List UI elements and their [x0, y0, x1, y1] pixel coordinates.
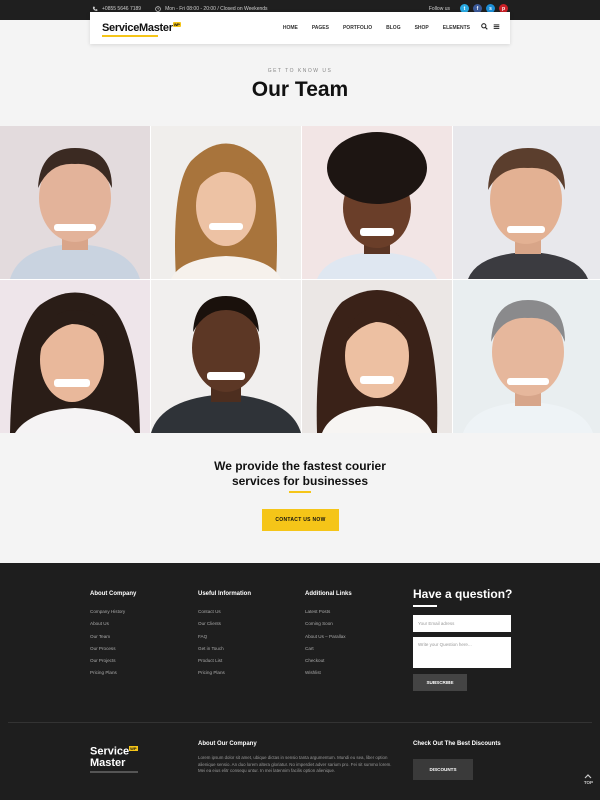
footer-col-useful-information: Useful Information Contact Us Our Client…	[198, 591, 251, 683]
discounts-title: Check Out The Best Discounts	[413, 741, 501, 747]
team-member-photo-1[interactable]	[0, 126, 150, 279]
team-member-photo-4[interactable]	[453, 126, 600, 279]
contact-us-button[interactable]: CONTACT US NOW	[262, 509, 339, 531]
footer-link[interactable]: Our Clients	[198, 621, 251, 633]
footer-link[interactable]: About Us	[90, 621, 136, 633]
team-member-photo-8[interactable]	[453, 280, 600, 433]
nav-elements[interactable]: ELEMENTS	[443, 25, 470, 31]
cta-heading: We provide the fastest courier services …	[0, 459, 600, 489]
about-company-title: About Our Company	[198, 741, 257, 747]
logo-underline	[102, 35, 158, 37]
footer-link[interactable]: Wishlist	[305, 670, 352, 682]
question-textarea[interactable]: Write your Question here...	[413, 637, 511, 668]
question-title: Have a question?	[413, 587, 513, 601]
back-to-top-button[interactable]: TOP	[584, 774, 593, 785]
page-title: Our Team	[251, 78, 349, 101]
nav-blog[interactable]: BLOG	[386, 25, 400, 31]
cta-line-2: services for businesses	[231, 474, 369, 488]
cta-line-1: We provide the fastest courier	[214, 459, 386, 473]
chevron-up-icon	[584, 774, 592, 779]
footer-logo-underline	[90, 771, 138, 773]
footer-divider	[8, 722, 592, 723]
team-member-photo-2[interactable]	[151, 126, 301, 279]
footer-col-title: Additional Links	[305, 591, 352, 597]
footer-link[interactable]: Product List	[198, 658, 251, 670]
discounts-button[interactable]: DISCOUNTS	[413, 759, 473, 780]
team-member-photo-6[interactable]	[151, 280, 301, 433]
footer-link[interactable]: Coming Soon	[305, 621, 352, 633]
footer-link[interactable]: About Us – Parallax	[305, 634, 352, 646]
follow-label: Follow us	[428, 5, 450, 12]
site-logo[interactable]: ServiceMasterWP	[102, 22, 181, 34]
question-divider	[413, 605, 437, 607]
menu-icon[interactable]	[493, 23, 500, 30]
footer-link[interactable]: Checkout	[305, 658, 352, 670]
footer-link[interactable]: Pricing Plans	[198, 670, 251, 682]
team-member-photo-5[interactable]	[0, 280, 150, 433]
footer-link[interactable]: Our Team	[90, 634, 136, 646]
site-footer: About Company Company History About Us O…	[0, 563, 600, 800]
subscribe-button[interactable]: SUBSCRIBE	[413, 674, 467, 691]
about-company-text: Lorem ipsum dolor sit amet, ubique dicta…	[198, 755, 392, 773]
team-member-photo-3[interactable]	[302, 126, 452, 279]
email-field[interactable]: Your Email adress	[413, 615, 511, 632]
team-member-photo-7[interactable]	[302, 280, 452, 433]
footer-link[interactable]: Our Process	[90, 646, 136, 658]
footer-link[interactable]: Get in Touch	[198, 646, 251, 658]
main-header: ServiceMasterWP HOME PAGES PORTFOLIO BLO…	[90, 12, 510, 44]
nav-pages[interactable]: PAGES	[312, 25, 329, 31]
footer-col-title: Useful Information	[198, 591, 252, 597]
footer-col-about-company: About Company Company History About Us O…	[90, 591, 136, 683]
nav-shop[interactable]: SHOP	[415, 25, 429, 31]
cta-divider	[289, 491, 311, 493]
footer-link[interactable]: Our Projects	[90, 658, 136, 670]
nav-home[interactable]: HOME	[283, 25, 298, 31]
footer-logo[interactable]: ServiceWP Master	[90, 743, 138, 769]
footer-link[interactable]: Company History	[90, 609, 136, 621]
footer-link[interactable]: Contact Us	[198, 609, 251, 621]
footer-link[interactable]: FAQ	[198, 634, 251, 646]
footer-link[interactable]: Cart	[305, 646, 352, 658]
section-eyebrow: GET TO KNOW US	[267, 68, 333, 74]
team-grid	[0, 126, 600, 433]
footer-col-additional-links: Additional Links Latest Posts Coming Soo…	[305, 591, 352, 683]
search-icon[interactable]	[481, 23, 488, 30]
footer-link[interactable]: Pricing Plans	[90, 670, 136, 682]
main-nav: HOME PAGES PORTFOLIO BLOG SHOP ELEMENTS	[283, 25, 470, 31]
nav-portfolio[interactable]: PORTFOLIO	[343, 25, 372, 31]
footer-col-title: About Company	[90, 591, 137, 597]
footer-link[interactable]: Latest Posts	[305, 609, 352, 621]
